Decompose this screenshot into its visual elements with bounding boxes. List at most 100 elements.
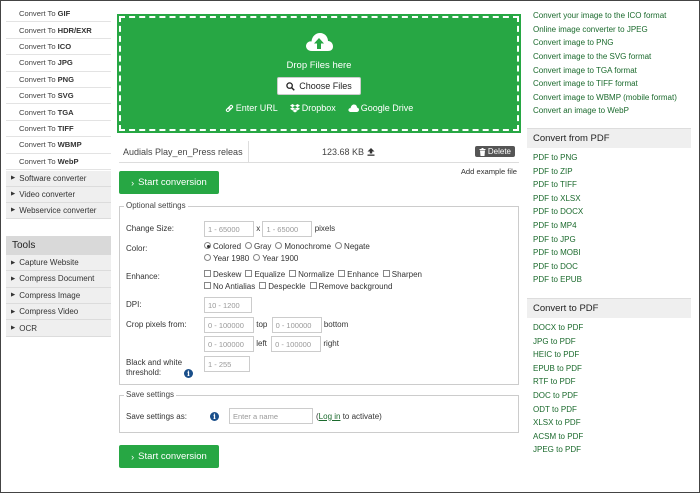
enhance-option[interactable]: Deskew: [204, 269, 241, 281]
enhance-option[interactable]: Normalize: [289, 269, 334, 281]
convert-to-prefix: Convert To: [19, 140, 56, 150]
sidebar-link[interactable]: PDF to EPUB: [527, 273, 691, 287]
radio-button[interactable]: [335, 242, 343, 250]
width-input[interactable]: 1 - 65000: [204, 221, 254, 237]
sidebar-link[interactable]: DOCX to PDF: [527, 321, 691, 335]
checkbox[interactable]: [338, 270, 346, 278]
sidebar-link[interactable]: PDF to XLSX: [527, 192, 691, 206]
tool-item[interactable]: ▶ Compress Document: [6, 271, 111, 288]
radio-button[interactable]: [204, 242, 211, 250]
info-icon[interactable]: i: [184, 369, 193, 378]
link-icon: [225, 104, 233, 112]
enter-url-link[interactable]: Enter URL: [225, 103, 278, 113]
info-icon[interactable]: i: [210, 411, 219, 421]
converter-group-item[interactable]: ▶ Software converter: [6, 170, 111, 187]
enhance-option[interactable]: Equalize: [245, 269, 285, 281]
change-size-row: Change Size: 1 - 65000 x 1 - 65000 pixel…: [126, 221, 512, 237]
radio-button[interactable]: [253, 254, 261, 262]
convert-to-item[interactable]: Convert To JPG: [6, 55, 111, 72]
checkbox[interactable]: [259, 282, 267, 290]
tool-item[interactable]: ▶ Compress Video: [6, 304, 111, 321]
drop-zone[interactable]: Drop Files here Choose Files Enter URL D…: [117, 14, 521, 133]
enhance-option[interactable]: Sharpen: [382, 269, 422, 281]
sidebar-link[interactable]: JPEG to PDF: [527, 443, 691, 457]
converter-group-item[interactable]: ▶ Video converter: [6, 186, 111, 203]
color-option[interactable]: Colored: [204, 241, 241, 253]
delete-button[interactable]: Delete: [474, 146, 515, 157]
convert-to-item[interactable]: Convert To TGA: [6, 104, 111, 121]
bw-threshold-input[interactable]: 1 - 255: [204, 356, 250, 372]
sidebar-link[interactable]: Convert image to TIFF format: [527, 77, 691, 91]
sidebar-link[interactable]: PDF to JPG: [527, 232, 691, 246]
sidebar-link[interactable]: PDF to DOC: [527, 260, 691, 274]
sidebar-link[interactable]: Online image converter to JPEG: [527, 23, 691, 37]
sidebar-link[interactable]: ACSM to PDF: [527, 429, 691, 443]
enhance-option[interactable]: Remove background: [309, 281, 392, 293]
choose-files-button[interactable]: Choose Files: [277, 77, 361, 95]
crop-bottom-input[interactable]: 0 - 100000: [271, 317, 322, 333]
sidebar-link[interactable]: PDF to PNG: [527, 151, 691, 165]
add-example-file-link[interactable]: Add example file: [461, 167, 517, 176]
sidebar-link[interactable]: PDF to TIFF: [527, 178, 691, 192]
tool-item[interactable]: ▶ Compress Image: [6, 287, 111, 305]
search-icon: [286, 81, 296, 91]
checkbox[interactable]: [245, 270, 253, 278]
sidebar-link[interactable]: Convert image to PNG: [527, 36, 691, 50]
convert-to-item[interactable]: Convert To HDR/EXR: [6, 22, 111, 39]
convert-to-item[interactable]: Convert To PNG: [6, 71, 111, 88]
sidebar-link[interactable]: EPUB to PDF: [527, 361, 691, 375]
start-conversion-button[interactable]: › Start conversion: [119, 171, 219, 194]
sidebar-link[interactable]: Convert image to WBMP (mobile format): [527, 91, 691, 105]
start-conversion-button-bottom[interactable]: › Start conversion: [119, 445, 219, 468]
enhance-option[interactable]: Enhance: [338, 269, 379, 281]
sidebar-link[interactable]: PDF to DOCX: [527, 205, 691, 219]
sidebar-link[interactable]: XLSX to PDF: [527, 416, 691, 430]
radio-button[interactable]: [275, 242, 283, 250]
tool-item[interactable]: ▶ Capture Website: [6, 254, 111, 272]
login-link[interactable]: Log in: [319, 412, 341, 421]
crop-left-input[interactable]: 0 - 100000: [204, 336, 254, 352]
sidebar-link[interactable]: Convert image to the SVG format: [527, 50, 691, 64]
google-drive-link[interactable]: Google Drive: [348, 103, 413, 113]
sidebar-link[interactable]: Convert your image to the ICO format: [527, 9, 691, 23]
radio-button[interactable]: [245, 242, 253, 250]
convert-to-item[interactable]: Convert To SVG: [6, 87, 111, 105]
checkbox[interactable]: [204, 282, 211, 290]
checkbox[interactable]: [289, 270, 297, 278]
sidebar-link[interactable]: ODT to PDF: [527, 402, 691, 416]
enhance-option[interactable]: No Antialias: [204, 281, 255, 293]
checkbox[interactable]: [204, 270, 211, 278]
converter-group-item[interactable]: ▶ Webservice converter: [6, 202, 111, 219]
color-option[interactable]: Gray: [245, 241, 271, 253]
settings-name-input[interactable]: Enter a name: [229, 408, 313, 424]
sidebar-link[interactable]: HEIC to PDF: [527, 348, 691, 362]
tool-label: Capture Website: [19, 258, 79, 268]
color-option[interactable]: Negate: [335, 241, 370, 253]
convert-to-item[interactable]: Convert To ICO: [6, 38, 111, 56]
dropbox-link[interactable]: Dropbox: [289, 103, 336, 113]
sidebar-link[interactable]: RTF to PDF: [527, 375, 691, 389]
convert-to-item[interactable]: Convert To WBMP: [6, 137, 111, 154]
convert-to-item[interactable]: Convert To WebP: [6, 153, 111, 170]
sidebar-link[interactable]: PDF to ZIP: [527, 164, 691, 178]
color-option[interactable]: Monochrome: [275, 241, 331, 253]
convert-to-item[interactable]: Convert To GIF: [6, 6, 111, 23]
radio-button[interactable]: [204, 254, 211, 262]
sidebar-link[interactable]: JPG to PDF: [527, 334, 691, 348]
sidebar-link[interactable]: DOC to PDF: [527, 389, 691, 403]
color-option[interactable]: Year 1900: [253, 253, 298, 265]
tool-item[interactable]: ▶ OCR: [6, 320, 111, 337]
sidebar-link[interactable]: Convert an image to WebP: [527, 104, 691, 118]
dpi-input[interactable]: 10 - 1200: [204, 297, 252, 313]
height-input[interactable]: 1 - 65000: [262, 221, 313, 237]
crop-right-input[interactable]: 0 - 100000: [271, 336, 322, 352]
checkbox[interactable]: [309, 282, 317, 290]
crop-top-input[interactable]: 0 - 100000: [204, 317, 254, 333]
enhance-option[interactable]: Despeckle: [259, 281, 306, 293]
sidebar-link[interactable]: PDF to MP4: [527, 219, 691, 233]
checkbox[interactable]: [382, 270, 390, 278]
color-option[interactable]: Year 1980: [204, 253, 249, 265]
sidebar-link[interactable]: PDF to MOBI: [527, 246, 691, 260]
convert-to-item[interactable]: Convert To TIFF: [6, 120, 111, 138]
sidebar-link[interactable]: Convert image to TGA format: [527, 63, 691, 77]
